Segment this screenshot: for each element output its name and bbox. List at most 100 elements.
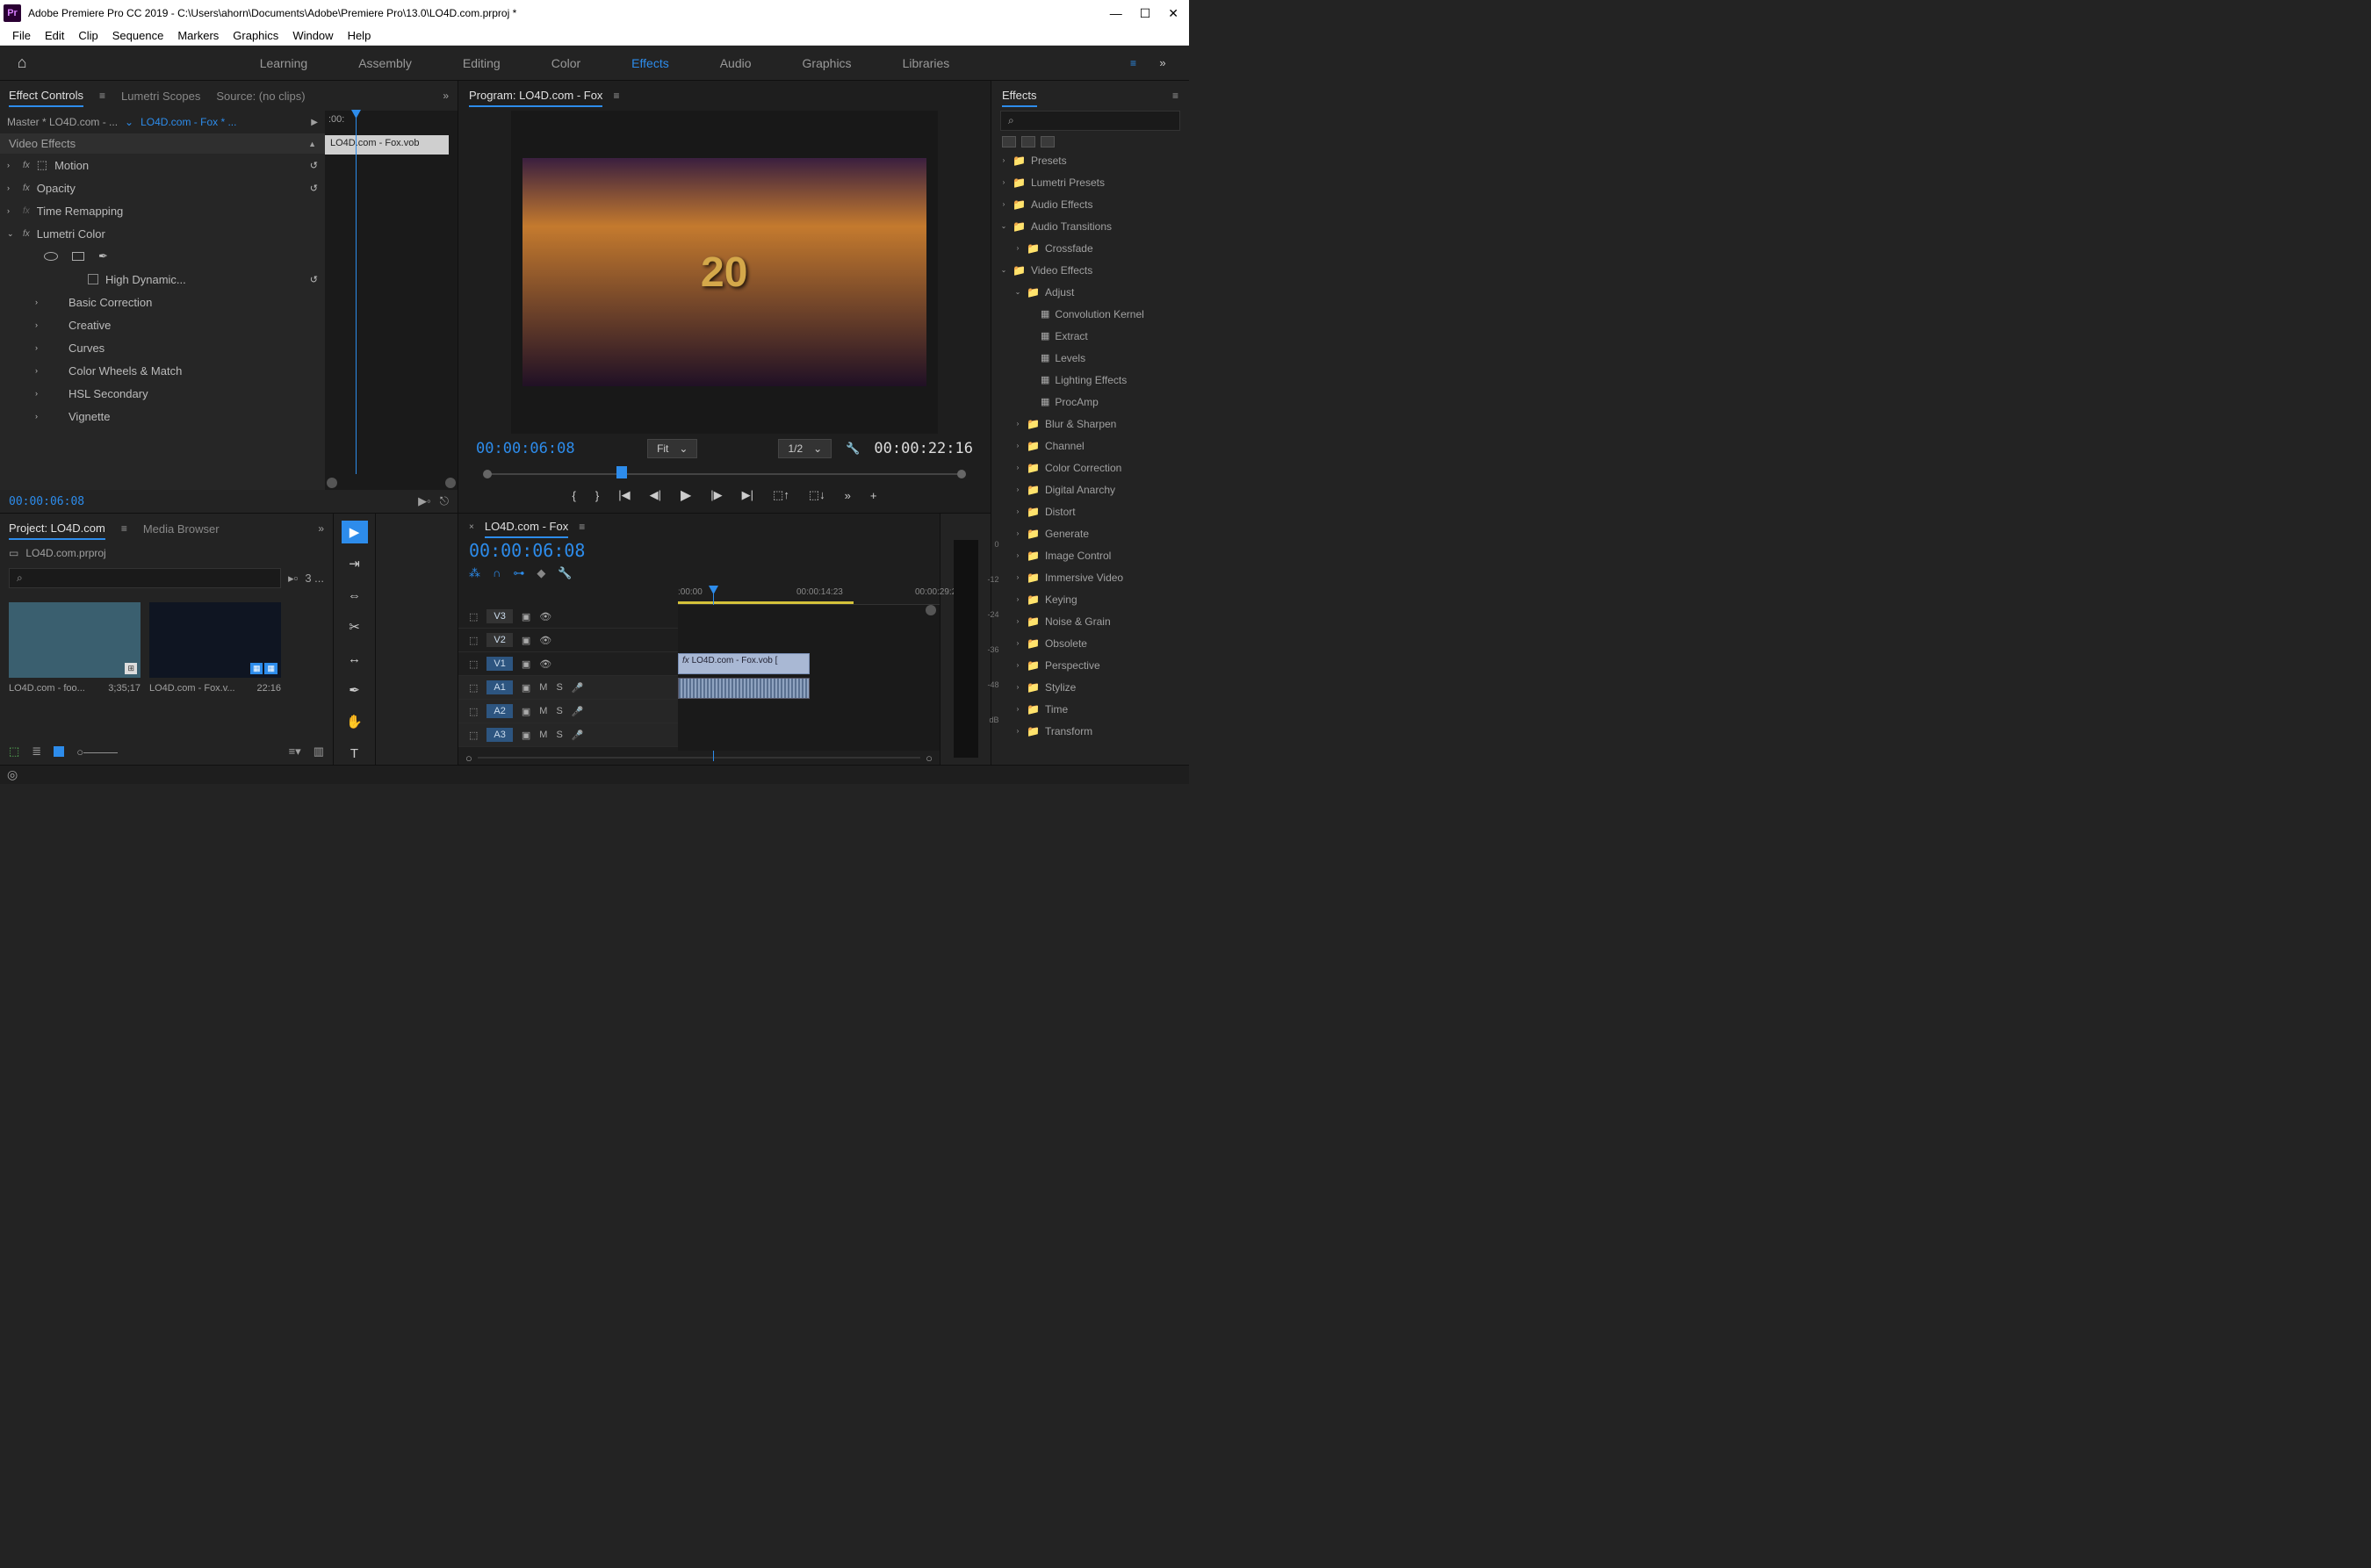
menu-graphics[interactable]: Graphics [227, 27, 284, 44]
toggle-icon[interactable]: ▣ [522, 635, 530, 646]
video-track-header[interactable]: ⬚V3▣👁 [458, 605, 678, 629]
track-select-tool[interactable]: ⇥ [342, 552, 368, 575]
type-tool[interactable]: T [342, 742, 368, 765]
lock-icon[interactable]: ⬚ [469, 706, 478, 717]
video-effects-category[interactable]: Video Effects ▲ [0, 133, 325, 154]
toggle-icon[interactable]: ▣ [522, 706, 530, 717]
effect-folder[interactable]: ›📁Obsolete [991, 632, 1189, 654]
effect-folder[interactable]: ›📁Audio Effects [991, 193, 1189, 215]
workspace-assembly[interactable]: Assembly [355, 51, 415, 76]
toggle-icon[interactable]: ▣ [522, 730, 530, 741]
effect-row[interactable]: ›Basic Correction [0, 291, 325, 313]
filter-icon[interactable]: ▸▫ [288, 572, 298, 586]
fx-badge-icon[interactable] [1041, 136, 1055, 147]
eye-icon[interactable]: 👁 [539, 658, 551, 670]
effect-folder[interactable]: ›📁Crossfade [991, 237, 1189, 259]
menu-clip[interactable]: Clip [73, 27, 103, 44]
toggle-icon[interactable]: ▣ [522, 611, 530, 622]
effect-folder[interactable]: ›📁Stylize [991, 676, 1189, 698]
overflow-icon[interactable]: » [845, 489, 851, 502]
menu-window[interactable]: Window [287, 27, 338, 44]
chevron-down-icon[interactable]: ⌄ [125, 116, 133, 128]
effect-folder[interactable]: ⌄📁Video Effects [991, 259, 1189, 281]
pen-tool[interactable]: ✒ [342, 679, 368, 701]
scroll-handle[interactable] [926, 605, 936, 615]
program-timecode[interactable]: 00:00:06:08 [476, 440, 575, 457]
effect-row[interactable]: ›fxTime Remapping [0, 199, 325, 222]
bin-item[interactable]: ⊞LO4D.com - foo...3;35;17 [9, 602, 141, 730]
reset-icon[interactable]: ↺ [310, 160, 318, 171]
effect-preset[interactable]: ▦Extract [991, 325, 1189, 347]
go-to-out-icon[interactable]: ▶| [742, 488, 753, 502]
add-button-icon[interactable]: + [870, 489, 877, 502]
audio-track-header[interactable]: ⬚A1▣MS🎤 [458, 676, 678, 700]
tracks-area[interactable]: fx LO4D.com - Fox.vob [ [678, 605, 940, 751]
effect-folder[interactable]: ›📁Generate [991, 522, 1189, 544]
overflow-icon[interactable]: » [1136, 56, 1189, 69]
mic-icon[interactable]: 🎤 [572, 706, 584, 717]
marker-icon[interactable]: ◆ [537, 566, 545, 580]
lock-icon[interactable]: ⬚ [469, 682, 478, 694]
effect-row[interactable]: ›HSL Secondary [0, 382, 325, 405]
mark-in-icon[interactable]: { [573, 489, 576, 502]
linked-icon[interactable]: ⊶ [513, 566, 524, 580]
workspace-libraries[interactable]: Libraries [899, 51, 954, 76]
effect-folder[interactable]: ›📁Color Correction [991, 457, 1189, 478]
extract-icon[interactable]: ⬚↓ [809, 488, 825, 502]
play-icon[interactable]: ▶ [311, 118, 318, 127]
go-to-in-icon[interactable]: |◀ [618, 488, 630, 502]
lift-icon[interactable]: ⬚↑ [773, 488, 789, 502]
effect-folder[interactable]: ›📁Digital Anarchy [991, 478, 1189, 500]
panel-menu-icon[interactable]: ≡ [579, 521, 585, 533]
snap-icon[interactable]: ⁂ [469, 566, 480, 580]
audio-clip[interactable] [678, 678, 810, 699]
wrench-icon[interactable]: 🔧 [846, 442, 860, 456]
resolution-select[interactable]: 1/2⌄ [778, 439, 832, 458]
workspace-color[interactable]: Color [548, 51, 584, 76]
effect-preset[interactable]: ▦Lighting Effects [991, 369, 1189, 391]
effect-folder[interactable]: ›📁Keying [991, 588, 1189, 610]
play-icon[interactable]: ▶ [681, 486, 691, 504]
lock-icon[interactable]: ⬚ [469, 635, 478, 646]
effect-folder[interactable]: ⌄📁Audio Transitions [991, 215, 1189, 237]
lock-icon[interactable]: ⬚ [9, 744, 19, 759]
sequence-tab[interactable]: LO4D.com - Fox [485, 516, 568, 538]
effect-timecode[interactable]: 00:00:06:08 [9, 495, 84, 508]
menu-edit[interactable]: Edit [40, 27, 69, 44]
effect-row[interactable]: ›Creative [0, 313, 325, 336]
effect-folder[interactable]: ›📁Immersive Video [991, 566, 1189, 588]
zoom-handle[interactable]: ○ [926, 752, 933, 765]
close-button[interactable]: ✕ [1168, 6, 1178, 21]
effect-row[interactable]: ›fxOpacity↺ [0, 176, 325, 199]
transform-icon[interactable]: ⬚ [37, 158, 47, 172]
menu-sequence[interactable]: Sequence [107, 27, 169, 44]
zoom-handle[interactable]: ○ [465, 752, 472, 765]
zoom-select[interactable]: Fit⌄ [647, 439, 697, 458]
scroll-handle[interactable] [445, 478, 456, 488]
toggle-icon[interactable]: ▣ [522, 658, 530, 670]
playhead[interactable] [356, 111, 357, 474]
tab-lumetri-scopes[interactable]: Lumetri Scopes [121, 86, 200, 106]
effect-timeline[interactable]: :00: LO4D.com - Fox.vob [325, 111, 458, 490]
effect-folder[interactable]: ›📁Time [991, 698, 1189, 720]
clip-bar[interactable]: LO4D.com - Fox.vob [325, 135, 449, 155]
panel-menu-icon[interactable]: ≡ [99, 90, 105, 102]
toggle-icon[interactable]: ▣ [522, 682, 530, 694]
video-viewport[interactable]: 20 [511, 111, 938, 434]
workspace-learning[interactable]: Learning [256, 51, 312, 76]
effect-row[interactable]: High Dynamic...↺ [0, 268, 325, 291]
ripple-edit-tool[interactable]: ⇔ [342, 584, 368, 607]
effect-preset[interactable]: ▦Levels [991, 347, 1189, 369]
program-scrubber[interactable] [476, 465, 973, 483]
bin-item[interactable]: ▦▦LO4D.com - Fox.v...22:16 [149, 602, 281, 730]
project-search-input[interactable]: ⌕ [9, 568, 281, 588]
effect-folder[interactable]: ›📁Distort [991, 500, 1189, 522]
hand-tool[interactable]: ✋ [342, 710, 368, 733]
slip-tool[interactable]: ↔ [342, 647, 368, 670]
zoom-slider[interactable]: ○——— [76, 745, 118, 759]
loop-icon[interactable]: ▶◦ [418, 494, 431, 508]
audio-track-header[interactable]: ⬚A2▣MS🎤 [458, 700, 678, 723]
menu-help[interactable]: Help [342, 27, 377, 44]
effect-preset[interactable]: ▦Convolution Kernel [991, 303, 1189, 325]
tab-media-browser[interactable]: Media Browser [143, 519, 220, 539]
